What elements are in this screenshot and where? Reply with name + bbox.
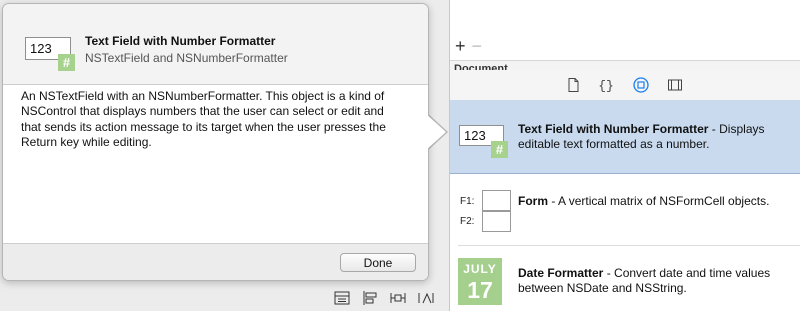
form-label-f2: F2: <box>460 216 475 227</box>
align-icon[interactable] <box>361 290 379 306</box>
popover-header: 123 # Text Field with Number Formatter N… <box>3 4 428 85</box>
library-item-name: Form <box>518 194 548 208</box>
form-label-f1: F1: <box>460 196 475 207</box>
done-button[interactable]: Done <box>340 253 416 272</box>
library-toolbar: {} <box>450 70 800 101</box>
popover-body: An NSTextField with an NSNumberFormatter… <box>3 85 428 244</box>
library-item-name: Text Field with Number Formatter <box>518 122 709 136</box>
resolve-issues-icon[interactable] <box>417 290 435 306</box>
calendar-day: 17 <box>467 277 493 303</box>
code-snippet-icon[interactable]: {} <box>598 77 614 94</box>
add-remove-controls: + − <box>455 36 482 56</box>
svg-text:{}: {} <box>598 79 614 94</box>
pin-icon[interactable] <box>389 290 407 306</box>
library-item-form[interactable]: F1: F2: Form - A vertical matrix of NSFo… <box>450 174 800 244</box>
canvas-layout-controls <box>333 290 435 308</box>
remove-button[interactable]: − <box>472 36 483 56</box>
popover-subtitle: NSTextField and NSNumberFormatter <box>85 51 288 65</box>
object-library-icon[interactable] <box>633 77 649 93</box>
popover-footer: Done <box>3 244 428 280</box>
number-formatter-badge-icon: # <box>58 54 75 71</box>
library-item-text: Text Field with Number Formatter - Displ… <box>518 122 765 151</box>
form-cell-1 <box>482 190 511 211</box>
popover-description: An NSTextField with an NSNumberFormatter… <box>21 89 386 150</box>
popover-arrow <box>424 112 446 152</box>
calendar-month: JULY <box>463 262 497 276</box>
library-item-desc: A vertical matrix of NSFormCell objects. <box>558 194 770 208</box>
library-item-name: Date Formatter <box>518 266 604 280</box>
embed-in-stack-icon[interactable] <box>333 290 351 306</box>
library-item-text: Form - A vertical matrix of NSFormCell o… <box>518 194 770 208</box>
calendar-icon: JULY 17 <box>458 258 502 305</box>
add-button[interactable]: + <box>455 36 466 56</box>
file-template-icon[interactable] <box>565 77 581 93</box>
object-library-list: 123 # Text Field with Number Formatter -… <box>450 100 800 311</box>
library-item-number-formatter[interactable]: 123 # Text Field with Number Formatter -… <box>450 100 800 174</box>
library-item-text: Date Formatter - Convert date and time v… <box>518 266 771 295</box>
number-formatter-badge-icon: # <box>491 141 508 158</box>
media-library-icon[interactable] <box>667 77 683 93</box>
popover-title: Text Field with Number Formatter <box>85 34 276 48</box>
form-cell-2 <box>482 211 511 232</box>
object-info-popover: 123 # Text Field with Number Formatter N… <box>2 3 429 281</box>
